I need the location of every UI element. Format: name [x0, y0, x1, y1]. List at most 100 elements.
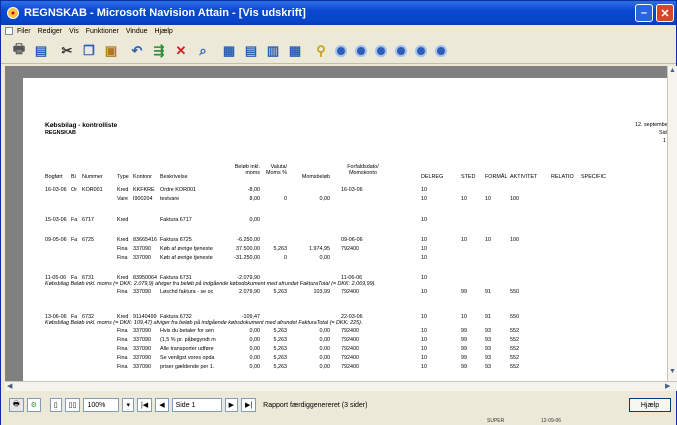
one-page-icon[interactable]: ▯ — [49, 398, 62, 412]
cell-bi: Or — [71, 187, 77, 193]
zoom-dropdown-icon[interactable]: ▾ — [122, 398, 134, 412]
cell-delreg: 10 — [421, 237, 427, 243]
cell-nummer: 6717 — [82, 217, 94, 223]
cell-belob: -6.250,00 — [237, 237, 260, 243]
nav-refresh-icon[interactable] — [415, 44, 427, 57]
copy-icon[interactable]: ❐ — [81, 43, 97, 59]
card-icon[interactable]: ▥ — [265, 43, 281, 59]
vertical-scrollbar[interactable]: ▲ ▼ — [667, 66, 677, 381]
cell-aktivitet: 552 — [510, 355, 519, 361]
delete-icon[interactable]: ✕ — [173, 43, 189, 59]
cell-belob: 0,00 — [249, 346, 261, 352]
menu-view[interactable]: Vis — [69, 28, 79, 35]
report-preview-area[interactable]: Købsbilag - kontrolliste REGNSKAB 12. se… — [5, 66, 677, 388]
list-icon[interactable]: ▤ — [243, 43, 259, 59]
cell-delreg: 10 — [421, 187, 427, 193]
cell-momsbelob: 103,99 — [313, 289, 331, 295]
cell-beskrivelse: Faktura 6717 — [160, 217, 192, 223]
app-icon[interactable]: ● — [7, 7, 19, 19]
cell-nummer: KOR001 — [82, 187, 103, 193]
cell-delreg: 10 — [421, 196, 427, 202]
cell-forfald: 792400 — [341, 337, 359, 343]
find-icon[interactable]: ⇶ — [151, 43, 167, 59]
cell-momsbelob: 0,00 — [319, 196, 331, 202]
cell-sted: 99 — [461, 346, 467, 352]
form-icon[interactable]: ▦ — [221, 43, 237, 59]
cell-beskrivelse: Ordre KOR001 — [160, 187, 196, 193]
cell-formal: 10 — [485, 237, 491, 243]
report-title: Købsbilag - kontrolliste — [45, 122, 118, 129]
menu-file[interactable]: Filer — [17, 28, 31, 35]
scroll-up-icon[interactable]: ▲ — [669, 67, 676, 74]
cell-type: Fina — [117, 364, 128, 370]
zoom-field[interactable]: 100% — [83, 398, 120, 412]
cell-belob: 2.079,90 — [239, 289, 260, 295]
cell-formal: 10 — [485, 196, 491, 202]
cell-bi: Fa — [71, 217, 78, 223]
setup-icon[interactable]: ⚙ — [26, 398, 41, 412]
cut-icon[interactable]: ✂ — [59, 43, 75, 59]
cell-valuta: 5,263 — [273, 364, 288, 370]
column-header-forfald: Forfaldsdato/ Momskonto — [347, 164, 379, 176]
page-field[interactable]: Side 1 — [171, 398, 222, 412]
paste-icon[interactable]: ▣ — [103, 43, 119, 59]
column-header-type: Type — [117, 174, 129, 180]
nav-last-icon[interactable] — [395, 44, 407, 57]
menu-window[interactable]: Vindue — [126, 28, 148, 35]
print-icon[interactable]: 🖶 — [9, 398, 24, 412]
cell-beskrivelse: testvare — [160, 196, 180, 202]
cell-belob: 8,00 — [249, 196, 261, 202]
binoculars-icon[interactable]: ⚲ — [313, 43, 329, 59]
cell-konto: 337090 — [133, 289, 151, 295]
cell-konto: KKFKRE — [133, 187, 155, 193]
scroll-left-icon[interactable]: ◀ — [7, 382, 12, 390]
cell-beskrivelse: Alle transporter udføre — [160, 346, 214, 352]
help-button[interactable]: Hjælp — [629, 398, 671, 412]
cell-aktivitet: 552 — [510, 328, 519, 334]
cell-valuta: 5,263 — [273, 346, 288, 352]
nav-first-icon[interactable] — [335, 44, 347, 57]
table-icon[interactable]: ▦ — [287, 43, 303, 59]
nav-stop-icon[interactable] — [435, 44, 447, 57]
warning-text: Købsbilag Beløb inkl. moms (= DKK: 2.079… — [45, 281, 376, 287]
application-window: ● REGNSKAB - Microsoft Navision Attain -… — [0, 0, 677, 425]
scroll-right-icon[interactable]: ▶ — [665, 382, 670, 390]
nav-next-icon[interactable] — [375, 44, 387, 57]
search-icon[interactable]: ⌕ — [195, 43, 211, 59]
horizontal-scrollbar[interactable]: ◀ ▶ — [5, 381, 677, 391]
menu-help[interactable]: Hjælp — [155, 28, 173, 35]
prev-page-button[interactable]: ◀ — [155, 398, 169, 412]
undo-icon[interactable]: ↶ — [129, 43, 145, 59]
cell-formal: 91 — [485, 314, 491, 320]
cell-type: Fina — [117, 328, 128, 334]
menu-edit[interactable]: Rediger — [38, 28, 63, 35]
preview-icon[interactable]: ▤ — [33, 43, 49, 59]
title-bar[interactable]: ● REGNSKAB - Microsoft Navision Attain -… — [1, 1, 676, 25]
work-date: 12-09-06 — [541, 418, 562, 424]
next-page-button[interactable]: ▶ — [224, 398, 238, 412]
nav-prev-icon[interactable] — [355, 44, 367, 57]
report-company: REGNSKAB — [45, 130, 76, 136]
cell-konto: 337090 — [133, 364, 151, 370]
cell-sted: 10 — [461, 314, 467, 320]
column-header-specific: SPECIFIC — [581, 174, 606, 180]
cell-delreg: 10 — [421, 328, 427, 334]
scroll-down-icon[interactable]: ▼ — [669, 368, 676, 375]
cell-beskrivelse: Køb af øvrige tjeneste — [160, 246, 213, 252]
column-header-relatio: RELATIO — [551, 174, 574, 180]
menu-functions[interactable]: Funktioner — [86, 28, 119, 35]
two-page-icon[interactable]: ▯▯ — [64, 398, 81, 412]
cell-valuta: 5,263 — [273, 328, 288, 334]
column-header-momsbelob: Momsbeløb — [301, 174, 330, 180]
minimize-button[interactable]: – — [635, 4, 653, 22]
last-page-button[interactable]: ▶| — [240, 398, 257, 412]
document-icon — [5, 27, 13, 35]
cell-type: Fina — [117, 289, 128, 295]
first-page-button[interactable]: |◀ — [136, 398, 153, 412]
cell-delreg: 10 — [421, 337, 427, 343]
cell-delreg: 10 — [421, 314, 427, 320]
print-icon[interactable]: 🖶 — [11, 41, 27, 59]
close-button[interactable]: ✕ — [656, 4, 674, 22]
window-title: REGNSKAB - Microsoft Navision Attain - [… — [24, 7, 306, 19]
cell-momsbelob: 0,00 — [319, 355, 331, 361]
